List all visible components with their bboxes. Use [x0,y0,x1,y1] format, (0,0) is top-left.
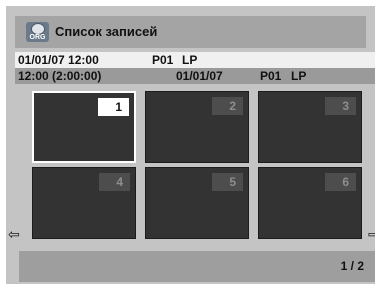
title-date: 01/01/07 [176,69,223,83]
title-mode: LP [291,69,307,83]
thumbnail-item[interactable]: 2 [145,91,249,163]
thumbnail-grid: 1 2 3 4 5 6 [32,91,372,253]
thumbnail-number: 4 [99,173,130,191]
recording-info-row: 01/01/07 12:00 P01 LP [15,52,375,68]
thumbnail-number: 1 [98,98,129,116]
thumbnail-number: 6 [325,173,356,191]
left-arrow-icon[interactable]: ⇦ [8,227,20,241]
thumbnail-item[interactable]: 1 [32,91,136,163]
thumbnail-number: 5 [212,173,243,191]
thumbnail-item[interactable]: 3 [258,91,362,163]
recording-mode: LP [182,53,198,67]
org-disc-icon: ORG [26,22,49,42]
thumbnail-item[interactable]: 5 [145,167,249,239]
selected-title-info-row: 12:00 (2:00:00) 01/01/07 P01 LP [15,68,375,84]
recording-datetime: 01/01/07 12:00 [18,53,99,67]
page-title: Список записей [55,24,158,39]
recording-program: P01 [152,53,174,67]
title-bar: ORG Список записей [15,16,366,48]
right-arrow-icon[interactable]: ⇨ [368,227,375,241]
title-time-duration: 12:00 (2:00:00) [18,69,102,83]
thumbnail-number: 2 [212,97,243,115]
org-icon-label: ORG [29,34,46,41]
thumbnail-item[interactable]: 4 [32,167,136,239]
recording-list-screen: ORG Список записей 01/01/07 12:00 P01 LP… [6,6,375,284]
status-bar: 1 / 2 [19,251,375,282]
page-indicator: 1 / 2 [340,259,364,273]
title-program: P01 [260,69,282,83]
thumbnail-number: 3 [325,97,356,115]
thumbnail-item[interactable]: 6 [258,167,362,239]
